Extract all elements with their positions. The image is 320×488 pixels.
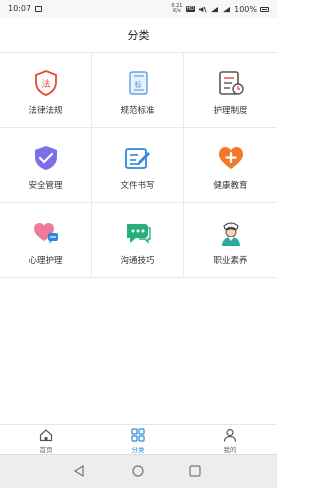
category-label: 规范标准 bbox=[120, 106, 155, 116]
law-shield-glyph: 法 bbox=[41, 78, 50, 90]
user-icon bbox=[223, 428, 237, 442]
category-label: 沟通技巧 bbox=[120, 256, 155, 266]
standard-document-icon: 标 bbox=[128, 71, 148, 95]
category-label: 心理护理 bbox=[28, 256, 63, 266]
page-title: 分类 bbox=[127, 29, 150, 42]
home-icon bbox=[39, 429, 53, 442]
category-law[interactable]: 法 法律法规 bbox=[0, 53, 92, 128]
nursing-system-icon bbox=[218, 71, 244, 95]
category-label: 健康教育 bbox=[213, 181, 248, 191]
heart-chat-icon bbox=[33, 223, 58, 244]
category-document-writing[interactable]: 文件书写 bbox=[92, 128, 184, 203]
category-standard[interactable]: 标 规范标准 bbox=[92, 53, 184, 128]
bottom-tab-bar: 首页 分类 我的 bbox=[0, 424, 277, 455]
network-speed-unit: K/s bbox=[173, 8, 181, 14]
law-shield-icon: 法 bbox=[34, 70, 57, 96]
hd-badge: HD bbox=[185, 6, 196, 12]
category-label: 文件书写 bbox=[120, 181, 155, 191]
clock: 10:07 bbox=[8, 4, 32, 13]
category-grid-icon bbox=[131, 428, 145, 442]
home-circle-icon[interactable] bbox=[131, 465, 145, 477]
status-left: 10:07 bbox=[8, 4, 43, 13]
battery-icon bbox=[260, 6, 269, 12]
health-heart-plus-icon bbox=[218, 147, 243, 169]
tab-profile[interactable]: 我的 bbox=[200, 428, 260, 454]
category-label: 法律法规 bbox=[28, 106, 63, 116]
category-nursing-system[interactable]: 护理制度 bbox=[184, 53, 277, 128]
category-label: 职业素养 bbox=[213, 256, 248, 266]
tab-category[interactable]: 分类 bbox=[108, 428, 168, 454]
notification-icon bbox=[35, 5, 43, 12]
category-psychological[interactable]: 心理护理 bbox=[0, 203, 92, 278]
category-label: 护理制度 bbox=[213, 106, 248, 116]
tab-label: 分类 bbox=[131, 446, 145, 454]
category-health-education[interactable]: 健康教育 bbox=[184, 128, 277, 203]
signal-icon bbox=[211, 6, 219, 12]
status-bar: 10:07 0.21 K/s HD 100% bbox=[0, 0, 277, 18]
chat-bubbles-icon bbox=[126, 224, 151, 244]
system-navigation-bar bbox=[0, 454, 277, 488]
security-shield-check-icon bbox=[34, 146, 57, 170]
battery-percentage: 100% bbox=[234, 4, 257, 14]
network-speed: 0.21 K/s bbox=[171, 4, 182, 14]
category-label: 安全管理 bbox=[28, 181, 63, 191]
status-right: 0.21 K/s HD 100% bbox=[171, 4, 269, 14]
document-writing-icon bbox=[124, 148, 150, 169]
standard-document-glyph: 标 bbox=[134, 80, 141, 89]
category-grid: 法 法律法规 标 规范标准 护理制度 安全管理 文件书写 健康教育 心理护理 沟… bbox=[0, 52, 277, 278]
signal-icon-2 bbox=[223, 6, 231, 12]
tab-home[interactable]: 首页 bbox=[16, 428, 76, 454]
category-communication[interactable]: 沟通技巧 bbox=[92, 203, 184, 278]
back-icon[interactable] bbox=[72, 465, 86, 477]
category-security[interactable]: 安全管理 bbox=[0, 128, 92, 203]
tab-label: 首页 bbox=[39, 446, 53, 454]
tab-label: 我的 bbox=[223, 446, 237, 454]
recent-apps-icon[interactable] bbox=[188, 465, 202, 477]
mute-icon bbox=[199, 6, 207, 12]
nurse-icon bbox=[221, 222, 240, 246]
category-professionalism[interactable]: 职业素养 bbox=[184, 203, 277, 278]
